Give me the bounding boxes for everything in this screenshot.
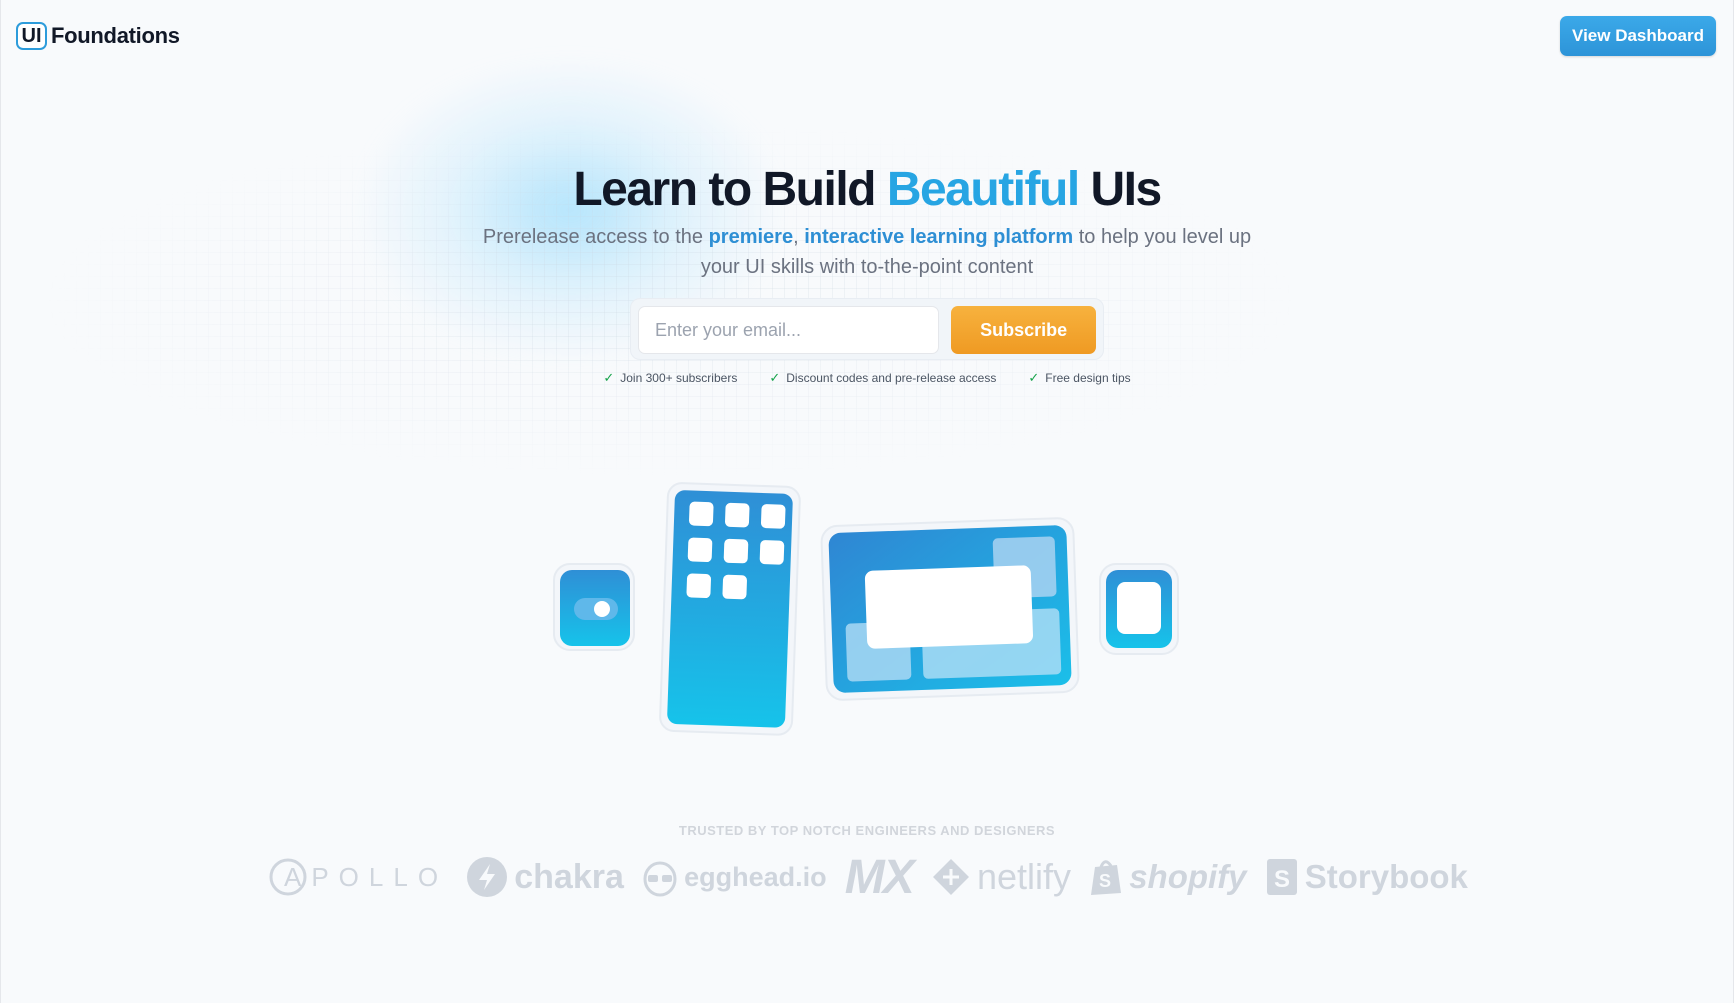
brand-label: chakra bbox=[514, 857, 624, 896]
tablet-icon bbox=[820, 517, 1080, 701]
square-tile-icon bbox=[1099, 563, 1179, 655]
brand-label: netlify bbox=[976, 856, 1072, 897]
brand-storybook: S Storybook bbox=[1265, 857, 1468, 897]
brand-netlify: netlify bbox=[931, 856, 1071, 898]
svg-text:S: S bbox=[1274, 866, 1290, 893]
brand-mx: MX bbox=[844, 850, 915, 905]
egghead-logo-icon bbox=[643, 861, 677, 897]
brand-label: egghead.io bbox=[684, 861, 827, 892]
chakra-logo-icon bbox=[467, 857, 508, 897]
brand-label: APOLLO bbox=[284, 861, 449, 892]
svg-text:S: S bbox=[1099, 871, 1111, 891]
brand-chakra: chakra bbox=[466, 856, 624, 898]
netlify-logo-icon bbox=[932, 859, 969, 895]
trusted-by-label: TRUSTED BY TOP NOTCH ENGINEERS AND DESIG… bbox=[678, 823, 1056, 838]
brand-label: MX bbox=[844, 850, 915, 904]
brand-egghead: egghead.io bbox=[642, 857, 827, 897]
shopify-logo-icon: S bbox=[1091, 860, 1122, 895]
brand-logos: APOLLO chakra egghead.io MX netlify S sh… bbox=[268, 850, 1468, 905]
brand-label: shopify bbox=[1129, 858, 1247, 895]
brand-apollo: APOLLO bbox=[268, 857, 448, 897]
phone-icon bbox=[659, 482, 801, 736]
storybook-logo-icon: S bbox=[1266, 859, 1297, 895]
toggle-tile-icon bbox=[553, 563, 635, 651]
brand-shopify: S shopify bbox=[1089, 857, 1247, 897]
brand-label: Storybook bbox=[1304, 858, 1468, 895]
